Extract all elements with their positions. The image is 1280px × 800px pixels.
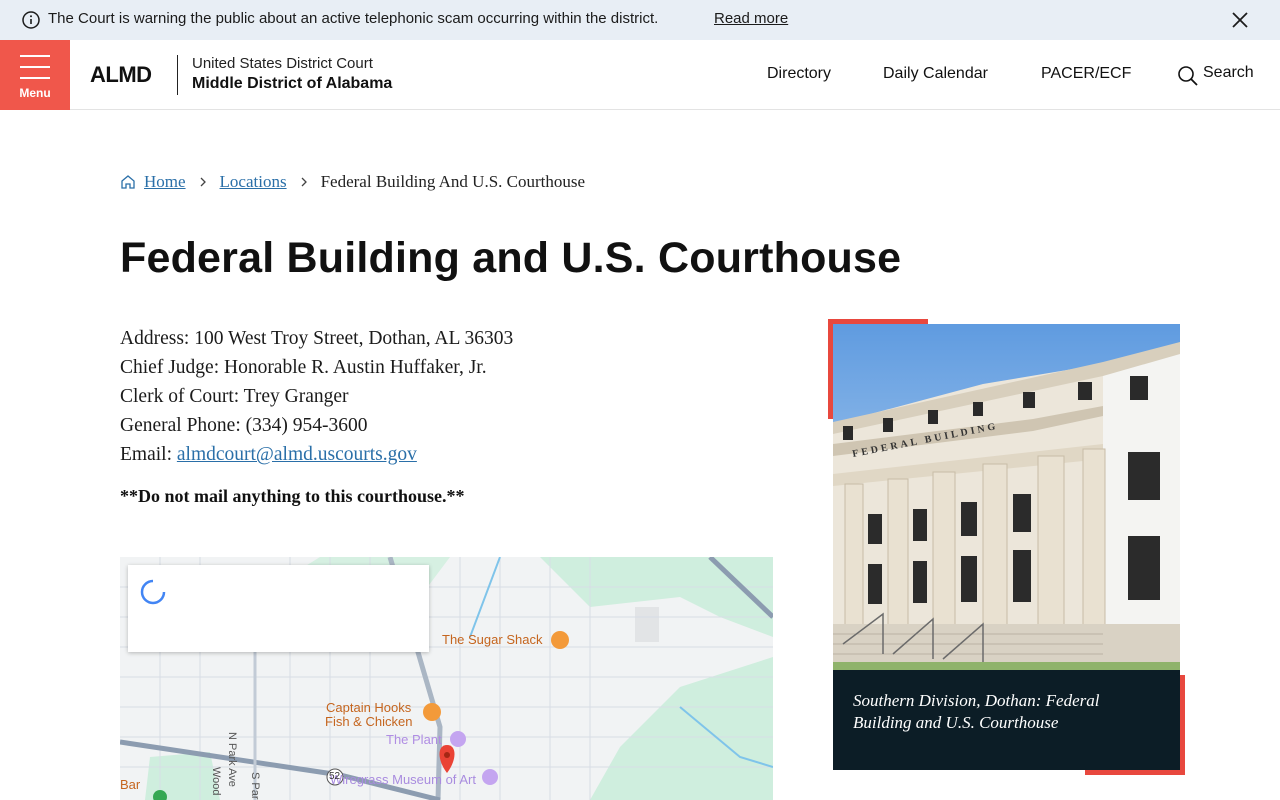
map-street-label: S Park	[249, 772, 261, 800]
hamburger-icon-bar	[20, 77, 50, 79]
map-place-label[interactable]: Fish & Chicken	[325, 714, 412, 729]
search-button[interactable]: Search	[1203, 64, 1254, 82]
map-place-label[interactable]: Captain Hooks	[326, 700, 411, 715]
map-place-label[interactable]: The Plant	[386, 732, 442, 747]
page-title: Federal Building and U.S. Courthouse	[120, 234, 902, 282]
email-line: Email: almdcourt@almd.uscourts.gov	[120, 440, 513, 469]
menu-button[interactable]: Menu	[0, 40, 70, 110]
hamburger-icon	[20, 55, 50, 57]
alert-banner: The Court is warning the public about an…	[0, 0, 1280, 40]
info-icon	[22, 11, 40, 29]
map-place-label[interactable]: Wiregrass Museum of Art	[330, 772, 476, 787]
map-street-label: Wood	[210, 767, 222, 796]
menu-label: Menu	[19, 86, 51, 100]
court-name-line1[interactable]: United States District Court	[192, 55, 373, 72]
nav-daily-calendar[interactable]: Daily Calendar	[883, 65, 988, 83]
breadcrumb-current: Federal Building And U.S. Courthouse	[320, 172, 586, 191]
breadcrumb: Home Locations Federal Building And U.S.…	[120, 172, 585, 192]
nav-pacer-ecf[interactable]: PACER/ECF	[1041, 65, 1131, 83]
alert-read-more-link[interactable]: Read more	[714, 10, 788, 27]
site-logo[interactable]: ALMD	[90, 62, 152, 88]
address-line: Address: 100 West Troy Street, Dothan, A…	[120, 328, 514, 349]
chevron-right-icon	[200, 177, 206, 187]
court-name-line2[interactable]: Middle District of Alabama	[192, 75, 392, 93]
email-label: Email:	[120, 444, 177, 465]
phone-line: General Phone: (334) 954-3600	[120, 415, 368, 436]
courthouse-info: Address: 100 West Troy Street, Dothan, A…	[120, 324, 513, 469]
loading-spinner-icon	[140, 579, 166, 605]
alert-message: The Court is warning the public about an…	[48, 10, 659, 27]
clerk-line: Clerk of Court: Trey Granger	[120, 386, 349, 407]
location-map[interactable]: The Sugar Shack Captain Hooks Fish & Chi…	[120, 557, 773, 800]
chief-judge-line: Chief Judge: Honorable R. Austin Huffake…	[120, 357, 487, 378]
logo-divider	[177, 55, 178, 95]
map-info-card	[128, 565, 429, 652]
close-icon[interactable]	[1231, 11, 1249, 29]
map-place-label[interactable]: Bar	[120, 777, 140, 792]
hamburger-icon-bar	[20, 66, 50, 68]
chevron-right-icon	[301, 177, 307, 187]
map-place-label[interactable]: The Sugar Shack	[442, 632, 542, 647]
map-street-label: N Park Ave	[226, 732, 238, 787]
search-icon[interactable]	[1177, 65, 1198, 86]
breadcrumb-locations-link[interactable]: Locations	[220, 172, 287, 192]
site-header: Menu ALMD United States District Court M…	[0, 40, 1280, 110]
breadcrumb-home-link[interactable]: Home	[144, 172, 186, 192]
home-icon[interactable]	[120, 174, 136, 190]
courthouse-illustration: FEDERAL BUILDING	[833, 324, 1180, 670]
nav-directory[interactable]: Directory	[767, 65, 831, 83]
email-link[interactable]: almdcourt@almd.uscourts.gov	[177, 444, 417, 465]
courthouse-photo: FEDERAL BUILDING	[833, 324, 1180, 670]
mail-warning: **Do not mail anything to this courthous…	[120, 486, 465, 506]
photo-caption: Southern Division, Dothan: Federal Build…	[833, 670, 1180, 770]
map-route-shield: 52	[329, 771, 341, 782]
